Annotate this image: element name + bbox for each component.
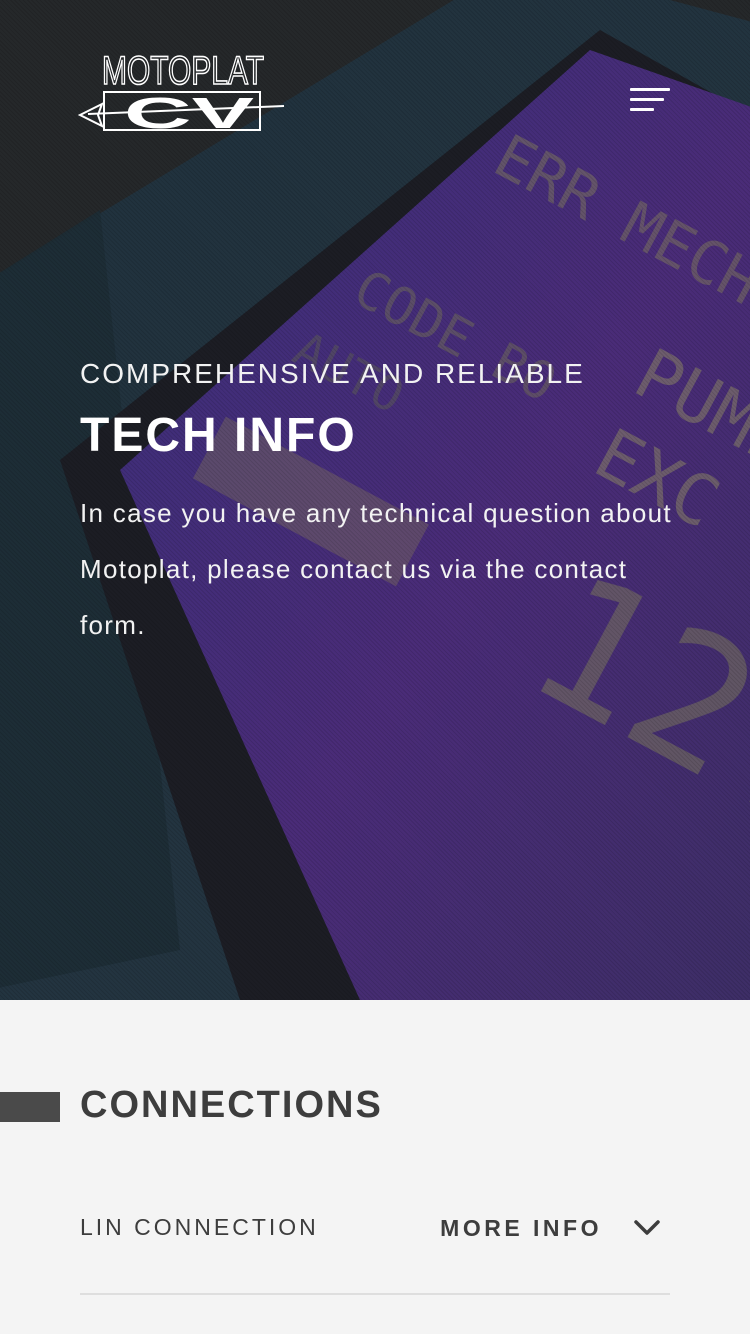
hamburger-menu-icon [630, 88, 670, 91]
more-info-toggle[interactable]: MORE INFO [440, 1206, 660, 1250]
section-accent-bar [0, 1092, 60, 1122]
connection-row: LIN CONNECTION MORE INFO [80, 1196, 670, 1295]
connections-title: CONNECTIONS [80, 1084, 383, 1126]
menu-button[interactable] [618, 78, 678, 124]
hero-subtitle: COMPREHENSIVE AND RELIABLE [80, 358, 585, 389]
connection-label: LIN CONNECTION [80, 1214, 319, 1240]
hero-section: ERR MECH CODE BO AUTO PUMP EXC 12.6 MOTO… [0, 0, 750, 1000]
chevron-down-icon [634, 1220, 660, 1235]
more-info-label: MORE INFO [440, 1214, 602, 1241]
hamburger-menu-icon-line [630, 108, 654, 111]
hero-content: COMPREHENSIVE AND RELIABLE TECH INFO In … [80, 358, 690, 653]
hero-description: In case you have any technical question … [80, 498, 672, 640]
motoplat-cv-logo[interactable]: MOTOPLAT CV [78, 46, 288, 136]
logo-wordmark: MOTOPLAT [102, 49, 264, 93]
hero-title: TECH INFO [80, 409, 357, 462]
hamburger-menu-icon-line [630, 98, 664, 101]
